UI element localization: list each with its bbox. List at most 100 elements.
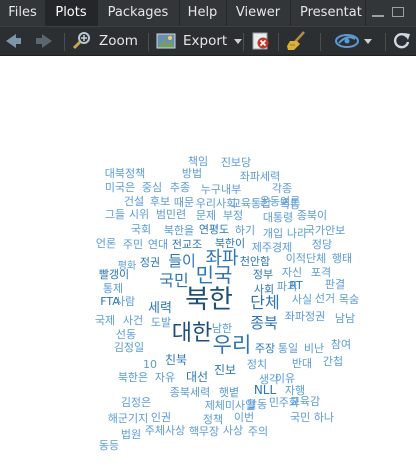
wordcloud-word: 10 xyxy=(143,358,157,371)
wordcloud-word: 대한 xyxy=(172,321,212,346)
plots-toolbar: Zoom Export xyxy=(0,26,416,56)
tab-files[interactable]: Files xyxy=(0,0,46,26)
wordcloud-word: 그들 xyxy=(105,208,125,221)
wordcloud-word: 건설 xyxy=(124,195,144,208)
wordcloud-word: 목숨 xyxy=(339,293,359,306)
export-menu-button[interactable]: Export xyxy=(156,30,243,52)
wordcloud-word: 천안함 xyxy=(240,254,270,268)
wordcloud-word: 통일 xyxy=(278,341,298,355)
wordcloud-word: 진보 xyxy=(214,363,236,377)
wordcloud-word: 빨갱이 xyxy=(99,268,129,281)
wordcloud-word: 이번 xyxy=(234,411,254,424)
zoom-button[interactable]: Zoom xyxy=(72,30,138,52)
wordcloud-word: 정권 xyxy=(140,256,160,269)
wordcloud-word: 통제 xyxy=(103,282,123,295)
wordcloud-word: 이적단체 xyxy=(286,252,326,265)
wordcloud-word: 비난 xyxy=(304,342,324,355)
wordcloud-word: 국제 xyxy=(95,314,115,327)
wordcloud-word: NLL xyxy=(254,383,277,397)
wordcloud-word: 진보당 xyxy=(221,156,251,169)
wordcloud-word: 친북 xyxy=(165,353,187,367)
wordcloud-word: 행태 xyxy=(332,252,352,265)
wordcloud-word: 김정은 xyxy=(121,396,151,409)
export-image-icon xyxy=(156,33,176,49)
wordcloud-word: 범민련 xyxy=(156,208,186,221)
tab-plots[interactable]: Plots xyxy=(45,0,98,26)
publish-icon xyxy=(335,34,359,48)
broom-icon xyxy=(287,31,305,50)
wordcloud-word: 북한이 xyxy=(215,237,245,250)
wordcloud-word: 정당 xyxy=(312,238,332,251)
wordcloud-word: 해군기지 xyxy=(108,411,148,425)
wordcloud-word: 대선 xyxy=(186,370,208,384)
publish-menu-button[interactable] xyxy=(334,30,372,52)
wordcloud-word: 사상 xyxy=(223,424,243,437)
tab-presentation[interactable]: Presentat xyxy=(290,0,366,26)
wordcloud-word: 국민 xyxy=(159,271,188,290)
wordcloud-word: 종북이 xyxy=(297,209,327,222)
refresh-icon xyxy=(393,32,410,49)
wordcloud-word: 사회 xyxy=(254,283,274,296)
pane-tab-bar: Files Plots Packages Help Viewer Present… xyxy=(0,0,416,26)
wordcloud-word: 북한은 xyxy=(118,371,148,384)
clear-all-plots-button[interactable] xyxy=(286,30,308,52)
forward-arrow-icon[interactable] xyxy=(36,30,52,52)
wordcloud-word: 자신 xyxy=(282,266,302,279)
wordcloud-word: 햇볕 xyxy=(219,386,239,399)
wordcloud-word: 제체미사일 xyxy=(205,398,256,412)
wordcloud-word: 자유 xyxy=(155,371,175,384)
wordcloud-word: 우리 xyxy=(213,333,252,357)
wordcloud-word: 주민 xyxy=(123,238,143,251)
wordcloud-word: 추종 xyxy=(170,181,190,194)
wordcloud-word: 좌파정권 xyxy=(285,310,325,323)
wordcloud-word: 사실 xyxy=(292,293,312,306)
wordcloud-word: 사람 xyxy=(115,295,135,308)
toolbar-divider xyxy=(320,33,321,51)
wordcloud-word: 언론 xyxy=(96,237,116,250)
wordcloud-word: 국회 xyxy=(131,223,151,236)
korean-word-cloud: 북한대한 우리민국좌파국민단체종북들이세력책임 진보당대북정책 방법 좌파세력각종미국은… xyxy=(95,155,359,452)
wordcloud-word: 인권 xyxy=(151,411,171,424)
wordcloud-word: 대북정책 xyxy=(105,167,145,180)
zoom-label: Zoom xyxy=(99,33,138,49)
wordcloud-word: 정부 xyxy=(253,268,273,281)
toolbar-divider xyxy=(148,33,149,51)
wordcloud-word: 연평도 xyxy=(199,223,229,236)
maximize-pane-icon[interactable] xyxy=(392,7,404,17)
wordcloud-word: 판결 xyxy=(325,278,345,291)
wordcloud-word: 좌파 xyxy=(205,248,239,269)
wordcloud-word: 참여 xyxy=(331,338,351,351)
refresh-button[interactable] xyxy=(393,30,411,52)
chevron-down-icon xyxy=(364,38,372,44)
wordcloud-word: 연대 xyxy=(148,238,168,251)
chevron-down-icon xyxy=(234,38,243,44)
wordcloud-word: 종북 xyxy=(250,314,278,332)
wordcloud-word: 남한 xyxy=(212,322,232,335)
remove-plot-icon xyxy=(252,32,269,50)
wordcloud-word: 세력 xyxy=(148,301,172,316)
wordcloud-word: 김정일 xyxy=(114,340,144,354)
toolbar-divider xyxy=(64,33,65,51)
toolbar-divider xyxy=(243,33,244,51)
wordcloud-word: 후보 xyxy=(150,195,170,208)
wordcloud-word: 선거 xyxy=(315,292,335,305)
export-label: Export xyxy=(183,33,228,49)
wordcloud-word: 중심 xyxy=(142,181,162,194)
wordcloud-word: 시위 xyxy=(129,208,149,221)
minimize-pane-icon[interactable] xyxy=(372,7,384,17)
tab-viewer[interactable]: Viewer xyxy=(226,0,291,26)
tab-packages[interactable]: Packages xyxy=(97,0,180,26)
wordcloud-word: 파괴 xyxy=(277,280,297,293)
wordcloud-word: 사건 xyxy=(123,314,143,327)
wordcloud-word: 누구내부 xyxy=(201,183,241,196)
wordcloud-word: 방법 xyxy=(182,167,202,180)
wordcloud-word: 각종 xyxy=(272,182,292,195)
wordcloud-word: 주장 xyxy=(255,342,275,355)
remove-plot-button[interactable] xyxy=(251,30,271,52)
wordcloud-word: 부정 xyxy=(223,209,243,222)
wordcloud-word: 도발 xyxy=(151,316,171,329)
zoom-magnifier-icon xyxy=(72,32,90,50)
back-arrow-icon[interactable] xyxy=(6,30,21,52)
wordcloud-word: 북한 xyxy=(185,285,233,315)
tab-help[interactable]: Help xyxy=(179,0,227,26)
